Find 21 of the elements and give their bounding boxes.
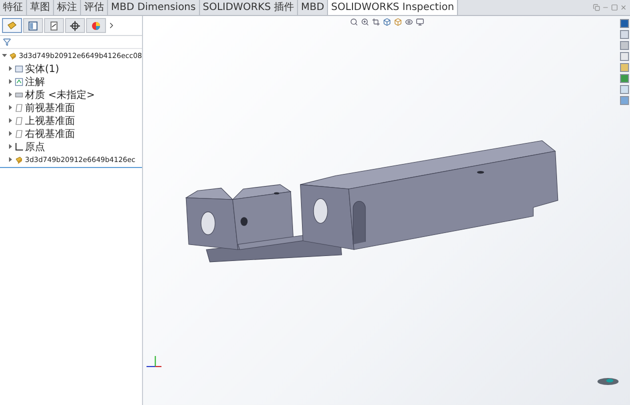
tree-item[interactable]: 原点 bbox=[0, 140, 142, 153]
command-tab[interactable]: SOLIDWORKS Inspection bbox=[328, 0, 458, 15]
command-tab[interactable]: MBD Dimensions bbox=[108, 0, 200, 15]
tree-item[interactable]: 注解 bbox=[0, 75, 142, 88]
tree-item[interactable]: 右视基准面 bbox=[0, 127, 142, 140]
command-tab[interactable]: 特征 bbox=[0, 0, 27, 15]
tree-item[interactable]: 上视基准面 bbox=[0, 114, 142, 127]
tree-item-label: 注解 bbox=[25, 76, 45, 88]
tree-item-label: 实体(1) bbox=[25, 62, 60, 76]
command-tab[interactable]: 标注 bbox=[54, 0, 81, 15]
tree-item-label: 前视基准面 bbox=[25, 102, 75, 114]
tree-item-label: 上视基准面 bbox=[25, 114, 75, 128]
tree-item[interactable]: 材质 <未指定> bbox=[0, 88, 142, 101]
tree-item-label: 右视基准面 bbox=[25, 128, 75, 140]
command-tab[interactable]: 评估 bbox=[81, 0, 108, 15]
tree-item[interactable]: 实体(1) bbox=[0, 62, 142, 75]
tree-item-label: 材质 <未指定> bbox=[25, 88, 95, 102]
tree-item[interactable]: 前视基准面 bbox=[0, 101, 142, 114]
tree-item-label: 原点 bbox=[25, 140, 45, 154]
command-tab[interactable]: SOLIDWORKS 插件 bbox=[200, 0, 298, 15]
command-tab[interactable]: 草图 bbox=[27, 0, 54, 15]
